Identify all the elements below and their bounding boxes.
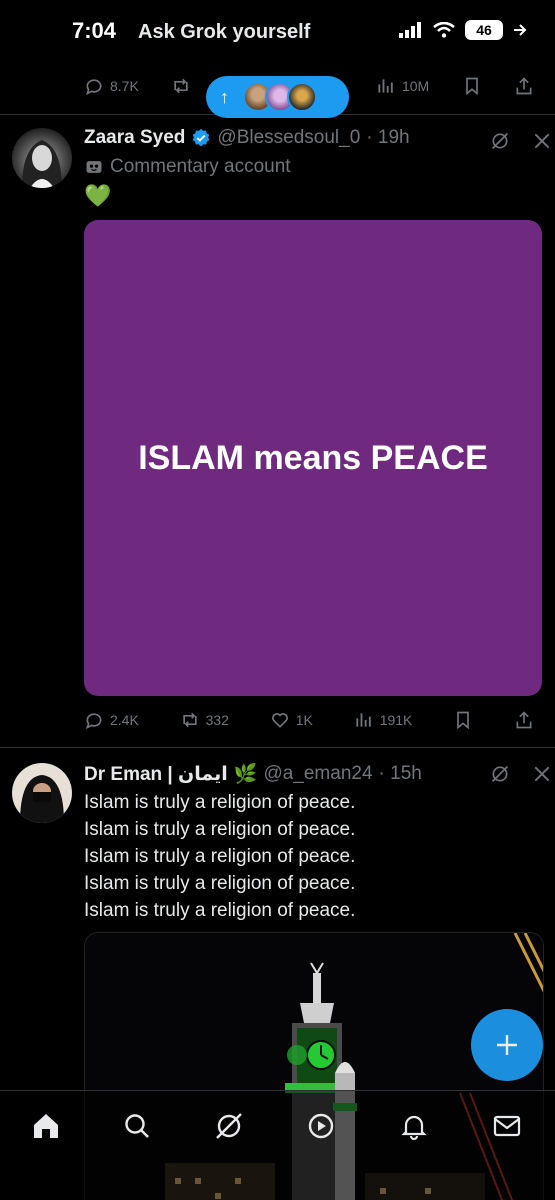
avatar[interactable]	[12, 128, 72, 188]
close-icon[interactable]	[532, 131, 552, 151]
avatar-portrait	[22, 140, 62, 188]
heart-icon	[271, 713, 288, 728]
share-button[interactable]	[514, 710, 534, 730]
post-time: · 15h	[378, 763, 422, 784]
tweet-controls	[490, 764, 552, 784]
notifications-tab[interactable]	[399, 1111, 429, 1141]
reply-icon	[85, 713, 102, 730]
status-icons: 46	[399, 20, 527, 40]
forward-arrow-icon	[514, 24, 527, 36]
like-button[interactable]: 1K	[270, 710, 313, 730]
reply-icon	[85, 79, 102, 96]
clock: 7:04	[72, 18, 117, 43]
grok-icon	[216, 1113, 242, 1139]
avatar[interactable]	[12, 763, 72, 823]
views-count: 191K	[379, 712, 413, 728]
reply-count: 8.7K	[110, 78, 139, 94]
commentary-label-text: Commentary account	[110, 156, 291, 177]
search-icon	[125, 1114, 149, 1138]
status-bar: 7:04 Ask Grok yourself 46	[0, 0, 555, 66]
tweet-line: Islam is truly a religion of peace.	[84, 873, 356, 894]
repost-count: 332	[205, 712, 229, 728]
views-count: 10M	[401, 78, 430, 94]
repost-button[interactable]: 332	[180, 710, 229, 730]
share-icon	[516, 711, 532, 729]
tweet-header: Dr Eman | ايمان 🌿 @a_eman24 · 15h	[84, 762, 422, 786]
ask-grok-banner[interactable]: Ask Grok yourself	[138, 21, 310, 44]
tweet-image[interactable]: ISLAM means PEACE	[84, 220, 542, 696]
views-button[interactable]: 10M	[376, 76, 429, 96]
author-handle[interactable]: @Blessedsoul_0	[217, 127, 360, 149]
share-button[interactable]	[514, 76, 534, 96]
bookmark-icon	[465, 77, 478, 96]
mail-icon	[493, 1115, 521, 1137]
bookmark-button[interactable]	[453, 710, 473, 730]
avatar-portrait	[20, 775, 64, 823]
tweet-line: Islam is truly a religion of peace.	[84, 900, 356, 921]
views-icon	[356, 713, 371, 727]
home-tab[interactable]	[31, 1111, 61, 1141]
commentary-label: Commentary account	[84, 156, 291, 178]
wifi-icon	[433, 22, 455, 38]
signal-icon	[399, 22, 421, 38]
bell-icon	[401, 1115, 427, 1141]
bookmark-button[interactable]	[462, 76, 482, 96]
repost-icon	[182, 712, 197, 728]
like-count: 1K	[295, 712, 313, 728]
video-tab[interactable]	[306, 1111, 336, 1141]
author-handle[interactable]: @a_eman24	[263, 763, 372, 785]
mask-icon	[86, 161, 102, 173]
grok-tab[interactable]	[214, 1111, 244, 1141]
leaf-emoji: 🌿	[233, 764, 258, 785]
tweet-line: Islam is truly a religion of peace.	[84, 819, 356, 840]
author-name[interactable]: Dr Eman | ايمان	[84, 763, 228, 786]
reply-button[interactable]: 2.4K	[84, 710, 139, 730]
pill-avatar	[287, 82, 317, 112]
post-time: · 19h	[366, 127, 410, 148]
play-icon	[308, 1113, 334, 1139]
close-icon[interactable]	[532, 764, 552, 784]
repost-icon	[174, 78, 188, 94]
tweet-text: Islam is truly a religion of peace. Isla…	[84, 789, 355, 924]
views-icon	[378, 79, 393, 93]
tweet-actions: 2.4K 332 1K 191K	[84, 710, 534, 730]
tweet-text: 💚	[84, 183, 112, 208]
grok-icon[interactable]	[490, 764, 510, 784]
tweet-line: Islam is truly a religion of peace.	[84, 846, 356, 867]
home-icon	[34, 1114, 58, 1138]
battery-icon: 46	[465, 20, 503, 40]
plus-icon	[497, 1035, 517, 1055]
share-icon	[516, 77, 532, 95]
author-name[interactable]: Zaara Syed	[84, 127, 185, 149]
new-posts-pill[interactable]: ↑	[206, 76, 349, 118]
up-arrow-icon: ↑	[220, 86, 229, 107]
image-text: ISLAM means PEACE	[138, 438, 488, 477]
reply-button[interactable]: 8.7K	[84, 76, 139, 96]
compose-button[interactable]	[471, 1009, 543, 1081]
divider	[0, 747, 555, 748]
repost-button[interactable]	[171, 76, 191, 96]
bottom-navigation	[0, 1090, 555, 1200]
tweet-header: Zaara Syed @Blessedsoul_0 · 19h	[84, 127, 410, 149]
messages-tab[interactable]	[492, 1111, 522, 1141]
tweet-line: Islam is truly a religion of peace.	[84, 792, 356, 813]
verified-badge-icon	[193, 128, 210, 147]
tweet-controls	[490, 131, 552, 151]
search-tab[interactable]	[122, 1111, 152, 1141]
bookmark-icon	[457, 711, 470, 730]
grok-icon[interactable]	[490, 131, 510, 151]
views-button[interactable]: 191K	[354, 710, 413, 730]
reply-count: 2.4K	[110, 712, 139, 728]
